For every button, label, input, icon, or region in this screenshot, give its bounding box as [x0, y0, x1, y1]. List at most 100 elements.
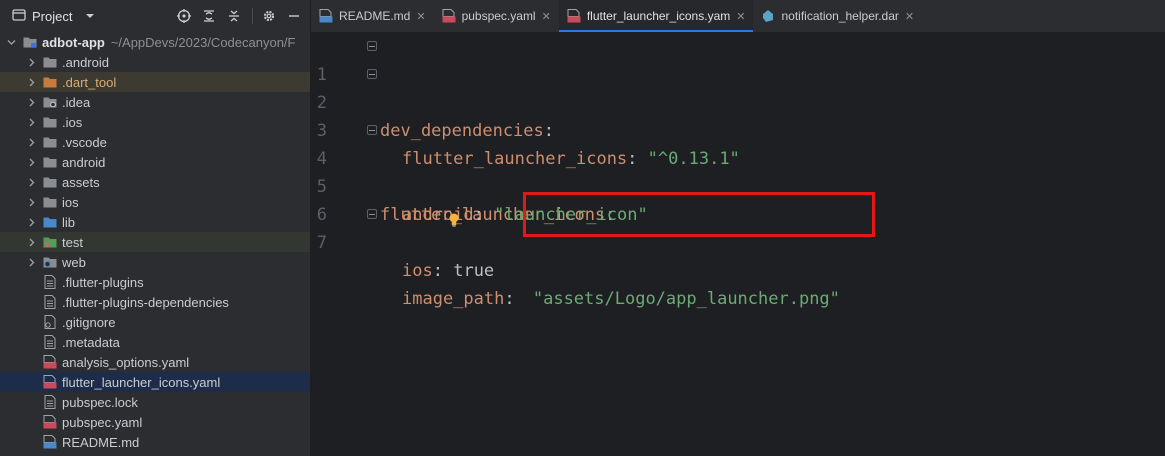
- chevron-right-icon[interactable]: [24, 58, 38, 67]
- tree-item-ios-hidden[interactable]: .ios: [0, 112, 310, 132]
- web-folder-icon: [42, 255, 58, 269]
- tree-item-metadata[interactable]: .metadata: [0, 332, 310, 352]
- close-icon[interactable]: ✕: [416, 10, 425, 23]
- project-panel-title[interactable]: Project: [32, 9, 72, 24]
- tree-item-label: ios: [62, 194, 79, 210]
- close-icon[interactable]: ✕: [905, 10, 914, 23]
- tree-item-label: .vscode: [62, 134, 107, 150]
- tree-item-readme[interactable]: README.md: [0, 432, 310, 452]
- tree-root-adbot-app[interactable]: adbot-app ~/AppDevs/2023/Codecanyon/F: [0, 32, 310, 52]
- editor-tab-bar: README.md ✕ pubspec.yaml ✕ flutter_launc…: [311, 0, 1165, 33]
- close-icon[interactable]: ✕: [542, 10, 551, 23]
- chevron-right-icon[interactable]: [24, 198, 38, 207]
- chevron-down-icon[interactable]: [80, 6, 99, 26]
- tree-item-label: README.md: [62, 434, 140, 450]
- tab-notification-helper[interactable]: notification_helper.dar ✕: [753, 0, 922, 32]
- tree-item-label: lib: [62, 214, 76, 230]
- tree-item-gitignore[interactable]: .gitignore: [0, 312, 310, 332]
- folder-icon: [42, 135, 58, 149]
- chevron-right-icon[interactable]: [24, 138, 38, 147]
- project-view-icon[interactable]: [12, 8, 26, 25]
- tree-item-dart-tool[interactable]: .dart_tool: [0, 72, 310, 92]
- project-panel-header: Project: [0, 0, 310, 32]
- code-line-4[interactable]: 4 flutter_launcher_icons:: [311, 117, 1165, 225]
- tab-label: README.md: [339, 9, 411, 23]
- tree-item-label: test: [62, 234, 83, 250]
- chevron-right-icon[interactable]: [24, 218, 38, 227]
- gear-icon[interactable]: [259, 6, 278, 26]
- excluded-folder-icon: [42, 75, 58, 89]
- chevron-right-icon[interactable]: [24, 98, 38, 107]
- fold-marker-icon[interactable]: [367, 209, 377, 219]
- tree-item-label: .metadata: [62, 334, 120, 350]
- tree-item-lib[interactable]: lib: [0, 212, 310, 232]
- select-opened-file-icon[interactable]: [174, 6, 193, 26]
- tree-item-vscode[interactable]: .vscode: [0, 132, 310, 152]
- code-line-1[interactable]: 1 dev_dependencies:: [311, 33, 1165, 141]
- tree-item-label: .idea: [62, 94, 91, 110]
- line-number: 7: [316, 233, 327, 253]
- tree-item-test[interactable]: test: [0, 232, 310, 252]
- test-folder-icon: [42, 235, 58, 249]
- fold-marker-icon[interactable]: [367, 41, 377, 51]
- chevron-right-icon[interactable]: [24, 178, 38, 187]
- code-line-3[interactable]: 3: [311, 89, 1165, 141]
- dart-file-icon: [761, 9, 775, 23]
- text-file-icon: [42, 275, 58, 289]
- tree-item-web[interactable]: web: [0, 252, 310, 272]
- expand-all-icon[interactable]: [199, 6, 218, 26]
- tree-item-flutter-plugins-dependencies[interactable]: .flutter-plugins-dependencies: [0, 292, 310, 312]
- tab-pubspec[interactable]: pubspec.yaml ✕: [434, 0, 559, 32]
- yaml-colon: :: [504, 289, 515, 309]
- tree-item-idea[interactable]: .idea: [0, 92, 310, 112]
- minimize-icon[interactable]: [285, 6, 304, 26]
- code-line-2[interactable]: 2 flutter_launcher_icons: "^0.13.1": [311, 61, 1165, 169]
- yaml-key: ios: [402, 261, 433, 281]
- tree-item-ios[interactable]: ios: [0, 192, 310, 212]
- chevron-down-icon[interactable]: [4, 38, 18, 47]
- yaml-value: true: [453, 261, 495, 281]
- markdown-file-icon: [42, 435, 58, 449]
- chevron-right-icon[interactable]: [24, 78, 38, 87]
- text-file-icon: [42, 295, 58, 309]
- chevron-right-icon[interactable]: [24, 238, 38, 247]
- tab-flutter-launcher-icons[interactable]: flutter_launcher_icons.yam ✕: [558, 0, 754, 32]
- yaml-file-icon: [42, 355, 58, 369]
- tree-item-pubspec-lock[interactable]: pubspec.lock: [0, 392, 310, 412]
- chevron-right-icon[interactable]: [24, 158, 38, 167]
- tab-readme[interactable]: README.md ✕: [311, 0, 434, 32]
- tree-item-label: analysis_options.yaml: [62, 354, 190, 370]
- tree-item-flutter-launcher-icons[interactable]: flutter_launcher_icons.yaml: [0, 372, 310, 392]
- tree-item-label: pubspec.lock: [62, 394, 138, 410]
- folder-icon: [42, 175, 58, 189]
- fold-marker-icon[interactable]: [367, 69, 377, 79]
- tab-label: notification_helper.dar: [781, 9, 899, 23]
- tree-root-label: adbot-app: [42, 34, 105, 50]
- close-icon[interactable]: ✕: [736, 10, 745, 23]
- folder-icon: [42, 155, 58, 169]
- tree-item-label: web: [62, 254, 86, 270]
- collapse-all-icon[interactable]: [225, 6, 244, 26]
- folder-icon: [42, 55, 58, 69]
- chevron-right-icon[interactable]: [24, 118, 38, 127]
- fold-marker-icon[interactable]: [367, 125, 377, 135]
- highlight-box: [523, 192, 875, 237]
- config-folder-icon: [42, 95, 58, 109]
- tree-item-label: assets: [62, 174, 100, 190]
- chevron-right-icon[interactable]: [24, 258, 38, 267]
- tree-item-label: .android: [62, 54, 109, 70]
- code-editor[interactable]: 1 dev_dependencies: 2 flutter_launcher_i…: [311, 33, 1165, 456]
- tree-item-pubspec-yaml[interactable]: pubspec.yaml: [0, 412, 310, 432]
- yaml-colon: :: [432, 261, 443, 281]
- gitignore-file-icon: [42, 315, 58, 329]
- tree-item-android-hidden[interactable]: .android: [0, 52, 310, 72]
- tree-item-label: .dart_tool: [62, 74, 117, 90]
- module-folder-icon: [22, 35, 38, 49]
- tree-item-android[interactable]: android: [0, 152, 310, 172]
- text-file-icon: [42, 335, 58, 349]
- code-line-5[interactable]: 5 android: "launcher_icon": [311, 145, 1165, 225]
- tree-item-flutter-plugins[interactable]: .flutter-plugins: [0, 272, 310, 292]
- tree-item-assets[interactable]: assets: [0, 172, 310, 192]
- tree-item-label: pubspec.yaml: [62, 414, 143, 430]
- tree-item-analysis-options[interactable]: analysis_options.yaml: [0, 352, 310, 372]
